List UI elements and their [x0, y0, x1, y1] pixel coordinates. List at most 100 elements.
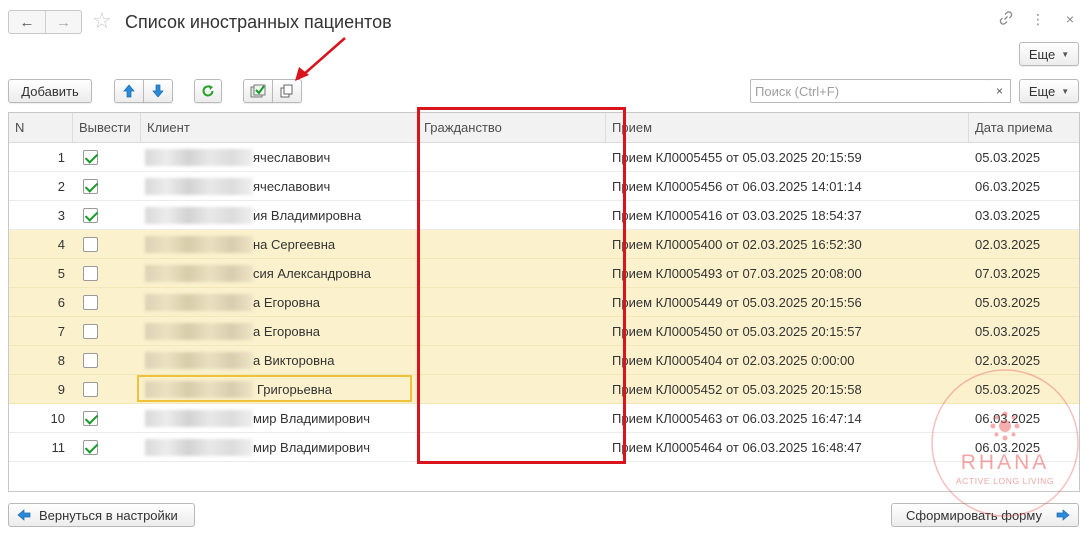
client-cell[interactable]: а Егоровна [141, 317, 418, 346]
print-checkbox[interactable] [83, 323, 98, 339]
search-input[interactable] [750, 79, 990, 103]
visit-cell[interactable]: Прием КЛ0005464 от 06.03.2025 16:48:47 [606, 433, 969, 462]
citizenship-cell[interactable] [418, 172, 606, 201]
generate-form-label: Сформировать форму [906, 507, 1042, 523]
visit-date-cell[interactable]: 05.03.2025 [969, 317, 1079, 346]
visit-date-cell[interactable]: 05.03.2025 [969, 375, 1079, 404]
column-header-n[interactable]: N [9, 113, 73, 143]
visit-cell[interactable]: Прием КЛ0005452 от 05.03.2025 20:15:58 [606, 375, 969, 404]
print-checkbox[interactable] [83, 207, 98, 223]
citizenship-cell[interactable] [418, 143, 606, 172]
move-up-button[interactable] [114, 79, 144, 103]
table-row[interactable]: 8 а Викторовна Прием КЛ0005404 от 02.03.20… [9, 346, 1079, 375]
visit-date-cell[interactable]: 05.03.2025 [969, 143, 1079, 172]
add-button[interactable]: Добавить [8, 79, 92, 103]
column-header-client[interactable]: Клиент [141, 113, 418, 143]
client-cell[interactable]: а Викторовна [141, 346, 418, 375]
client-cell[interactable]: а Егоровна [141, 288, 418, 317]
print-checkbox[interactable] [83, 381, 98, 397]
client-cell[interactable]: Григорьевна [141, 375, 418, 404]
visit-cell[interactable]: Прием КЛ0005449 от 05.03.2025 20:15:56 [606, 288, 969, 317]
print-checkbox[interactable] [83, 294, 98, 310]
print-checkbox[interactable] [83, 352, 98, 368]
citizenship-cell[interactable] [418, 201, 606, 230]
refresh-button[interactable] [194, 79, 222, 103]
visit-date-cell[interactable]: 07.03.2025 [969, 259, 1079, 288]
close-icon: × [995, 84, 1003, 98]
citizenship-cell[interactable] [418, 259, 606, 288]
column-header-visit[interactable]: Прием [606, 113, 969, 143]
visit-cell[interactable]: Прием КЛ0005416 от 03.03.2025 18:54:37 [606, 201, 969, 230]
forward-button[interactable]: → [44, 11, 81, 33]
client-cell[interactable]: ячеславович [141, 143, 418, 172]
table-row[interactable]: 7 а Егоровна Прием КЛ0005450 от 05.03.2025… [9, 317, 1079, 346]
visit-date-cell[interactable]: 06.03.2025 [969, 404, 1079, 433]
citizenship-cell[interactable] [418, 317, 606, 346]
visit-date-cell[interactable]: 02.03.2025 [969, 346, 1079, 375]
visit-cell[interactable]: Прием КЛ0005450 от 05.03.2025 20:15:57 [606, 317, 969, 346]
more-menu-button[interactable]: Еще ▼ [1019, 79, 1079, 103]
table-row[interactable]: 11 мир Владимирович Прием КЛ0005464 от 06.… [9, 433, 1079, 462]
redacted-name-blur [145, 177, 253, 195]
more-menu-top-button[interactable]: Еще ▼ [1019, 42, 1079, 66]
back-button[interactable]: ← [9, 11, 45, 33]
column-header-citizenship[interactable]: Гражданство [418, 113, 606, 143]
client-cell[interactable]: ячеславович [141, 172, 418, 201]
row-number: 9 [57, 381, 65, 397]
redacted-name-blur [145, 264, 253, 282]
visit-date-cell[interactable]: 03.03.2025 [969, 201, 1079, 230]
table-row[interactable]: 9 Григорьевна Прием КЛ0005452 от 05.03.202… [9, 375, 1079, 404]
table-row[interactable]: 4 на Сергеевна Прием КЛ0005400 от 02.03.20… [9, 230, 1079, 259]
visit-date-cell[interactable]: 05.03.2025 [969, 288, 1079, 317]
column-header-visit-date[interactable]: Дата приема [969, 113, 1079, 143]
search-clear-button[interactable]: × [989, 79, 1011, 103]
close-icon[interactable]: × [1063, 11, 1077, 28]
client-cell[interactable]: на Сергеевна [141, 230, 418, 259]
column-header-print[interactable]: Вывести [73, 113, 141, 143]
table-row[interactable]: 1 ячеславович Прием КЛ0005455 от 05.03.202… [9, 143, 1079, 172]
print-checkbox[interactable] [83, 265, 98, 281]
visit-cell[interactable]: Прием КЛ0005456 от 06.03.2025 14:01:14 [606, 172, 969, 201]
client-cell[interactable]: ия Владимировна [141, 201, 418, 230]
client-cell[interactable]: сия Александровна [141, 259, 418, 288]
back-to-settings-button[interactable]: Вернуться в настройки [8, 503, 195, 527]
print-checkbox[interactable] [83, 439, 98, 455]
redacted-name-blur [145, 293, 253, 311]
check-all-button[interactable] [243, 79, 273, 103]
visit-cell[interactable]: Прием КЛ0005400 от 02.03.2025 16:52:30 [606, 230, 969, 259]
citizenship-cell[interactable] [418, 230, 606, 259]
star-icon[interactable]: ☆ [92, 9, 112, 33]
print-checkbox[interactable] [83, 236, 98, 252]
print-checkbox[interactable] [83, 410, 98, 426]
generate-form-button[interactable]: Сформировать форму [891, 503, 1079, 527]
table-row[interactable]: 5 сия Александровна Прием КЛ0005493 от 07.… [9, 259, 1079, 288]
table-row[interactable]: 3 ия Владимировна Прием КЛ0005416 от 03.03… [9, 201, 1079, 230]
table-row[interactable]: 10 мир Владимирович Прием КЛ0005463 от 06.… [9, 404, 1079, 433]
link-icon[interactable] [999, 11, 1013, 28]
print-cell [73, 288, 141, 317]
more-vertical-icon[interactable]: ⋮ [1031, 11, 1045, 28]
copy-button[interactable] [272, 79, 302, 103]
print-checkbox[interactable] [83, 149, 98, 165]
citizenship-cell[interactable] [418, 346, 606, 375]
arrow-left-icon [17, 509, 31, 521]
visit-cell[interactable]: Прием КЛ0005404 от 02.03.2025 0:00:00 [606, 346, 969, 375]
visit-cell[interactable]: Прием КЛ0005463 от 06.03.2025 16:47:14 [606, 404, 969, 433]
table-row[interactable]: 6 а Егоровна Прием КЛ0005449 от 05.03.2025… [9, 288, 1079, 317]
print-checkbox[interactable] [83, 178, 98, 194]
visit-date-cell[interactable]: 06.03.2025 [969, 172, 1079, 201]
title-bar: ← → ☆ Список иностранных пациентов ⋮ × [0, 0, 1091, 42]
citizenship-cell[interactable] [418, 288, 606, 317]
visit-cell[interactable]: Прием КЛ0005493 от 07.03.2025 20:08:00 [606, 259, 969, 288]
client-cell[interactable]: мир Владимирович [141, 404, 418, 433]
visit-cell[interactable]: Прием КЛ0005455 от 05.03.2025 20:15:59 [606, 143, 969, 172]
client-cell[interactable]: мир Владимирович [141, 433, 418, 462]
citizenship-cell[interactable] [418, 404, 606, 433]
visit-date-cell[interactable]: 02.03.2025 [969, 230, 1079, 259]
table-row[interactable]: 2 ячеславович Прием КЛ0005456 от 06.03.202… [9, 172, 1079, 201]
citizenship-cell[interactable] [418, 433, 606, 462]
move-down-button[interactable] [143, 79, 173, 103]
visit-date-cell[interactable]: 06.03.2025 [969, 433, 1079, 462]
row-number: 7 [57, 323, 65, 339]
citizenship-cell[interactable] [418, 375, 606, 404]
